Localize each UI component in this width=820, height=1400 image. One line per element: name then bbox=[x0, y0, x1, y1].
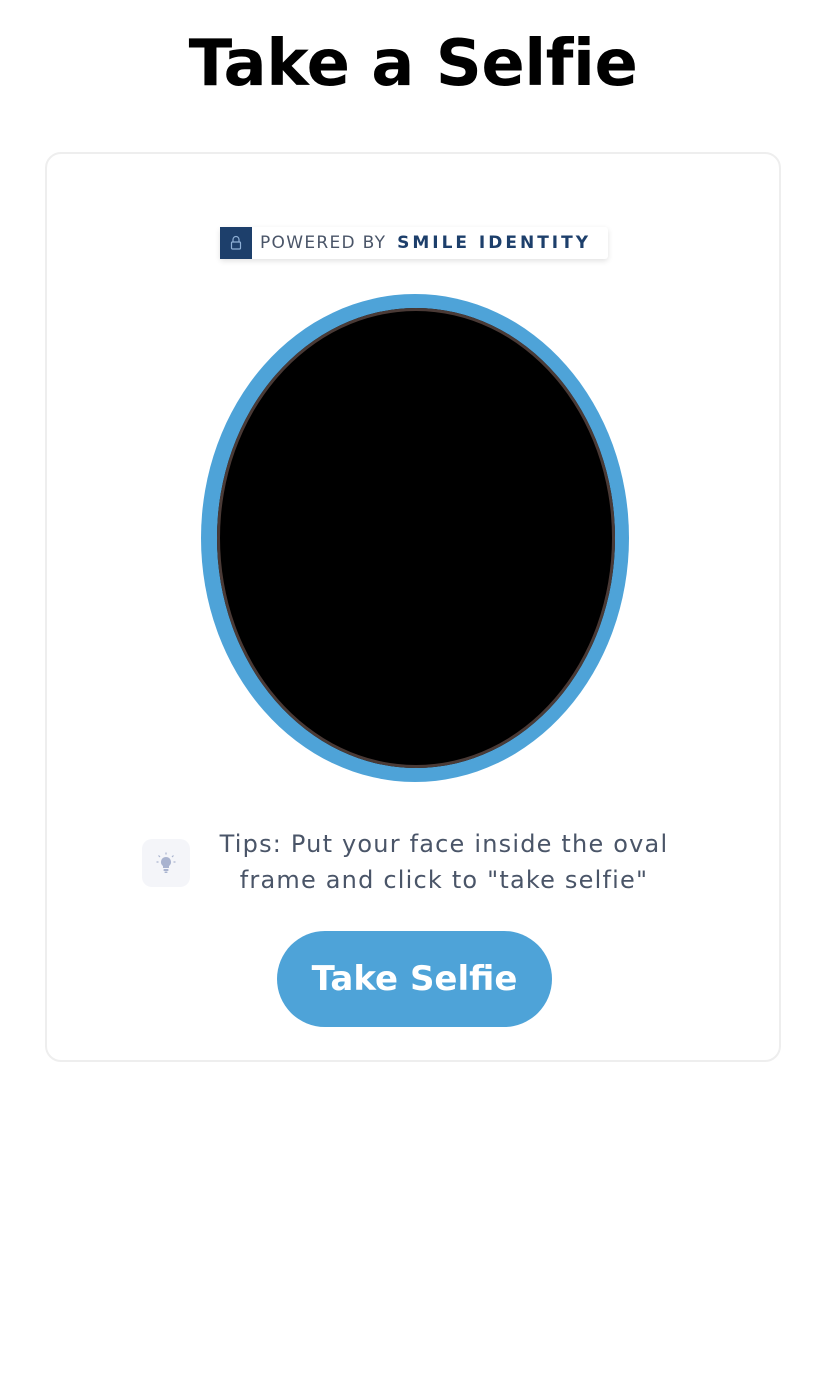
badge-text: POWERED BY SMILE IDENTITY bbox=[252, 233, 591, 253]
lightbulb-icon bbox=[142, 839, 190, 887]
page-title: Take a Selfie bbox=[188, 27, 638, 101]
badge-brand: SMILE IDENTITY bbox=[397, 233, 592, 253]
lock-icon bbox=[220, 227, 252, 259]
selfie-page: Take a Selfie POWERED BY SMILE IDENTITY … bbox=[0, 0, 820, 1400]
powered-by-badge: POWERED BY SMILE IDENTITY bbox=[220, 227, 608, 259]
camera-preview bbox=[217, 308, 615, 768]
badge-prefix: POWERED BY bbox=[260, 233, 387, 253]
tip-text: Tips: Put your face inside the oval fram… bbox=[219, 830, 669, 894]
take-selfie-button[interactable]: Take Selfie bbox=[277, 931, 552, 1027]
